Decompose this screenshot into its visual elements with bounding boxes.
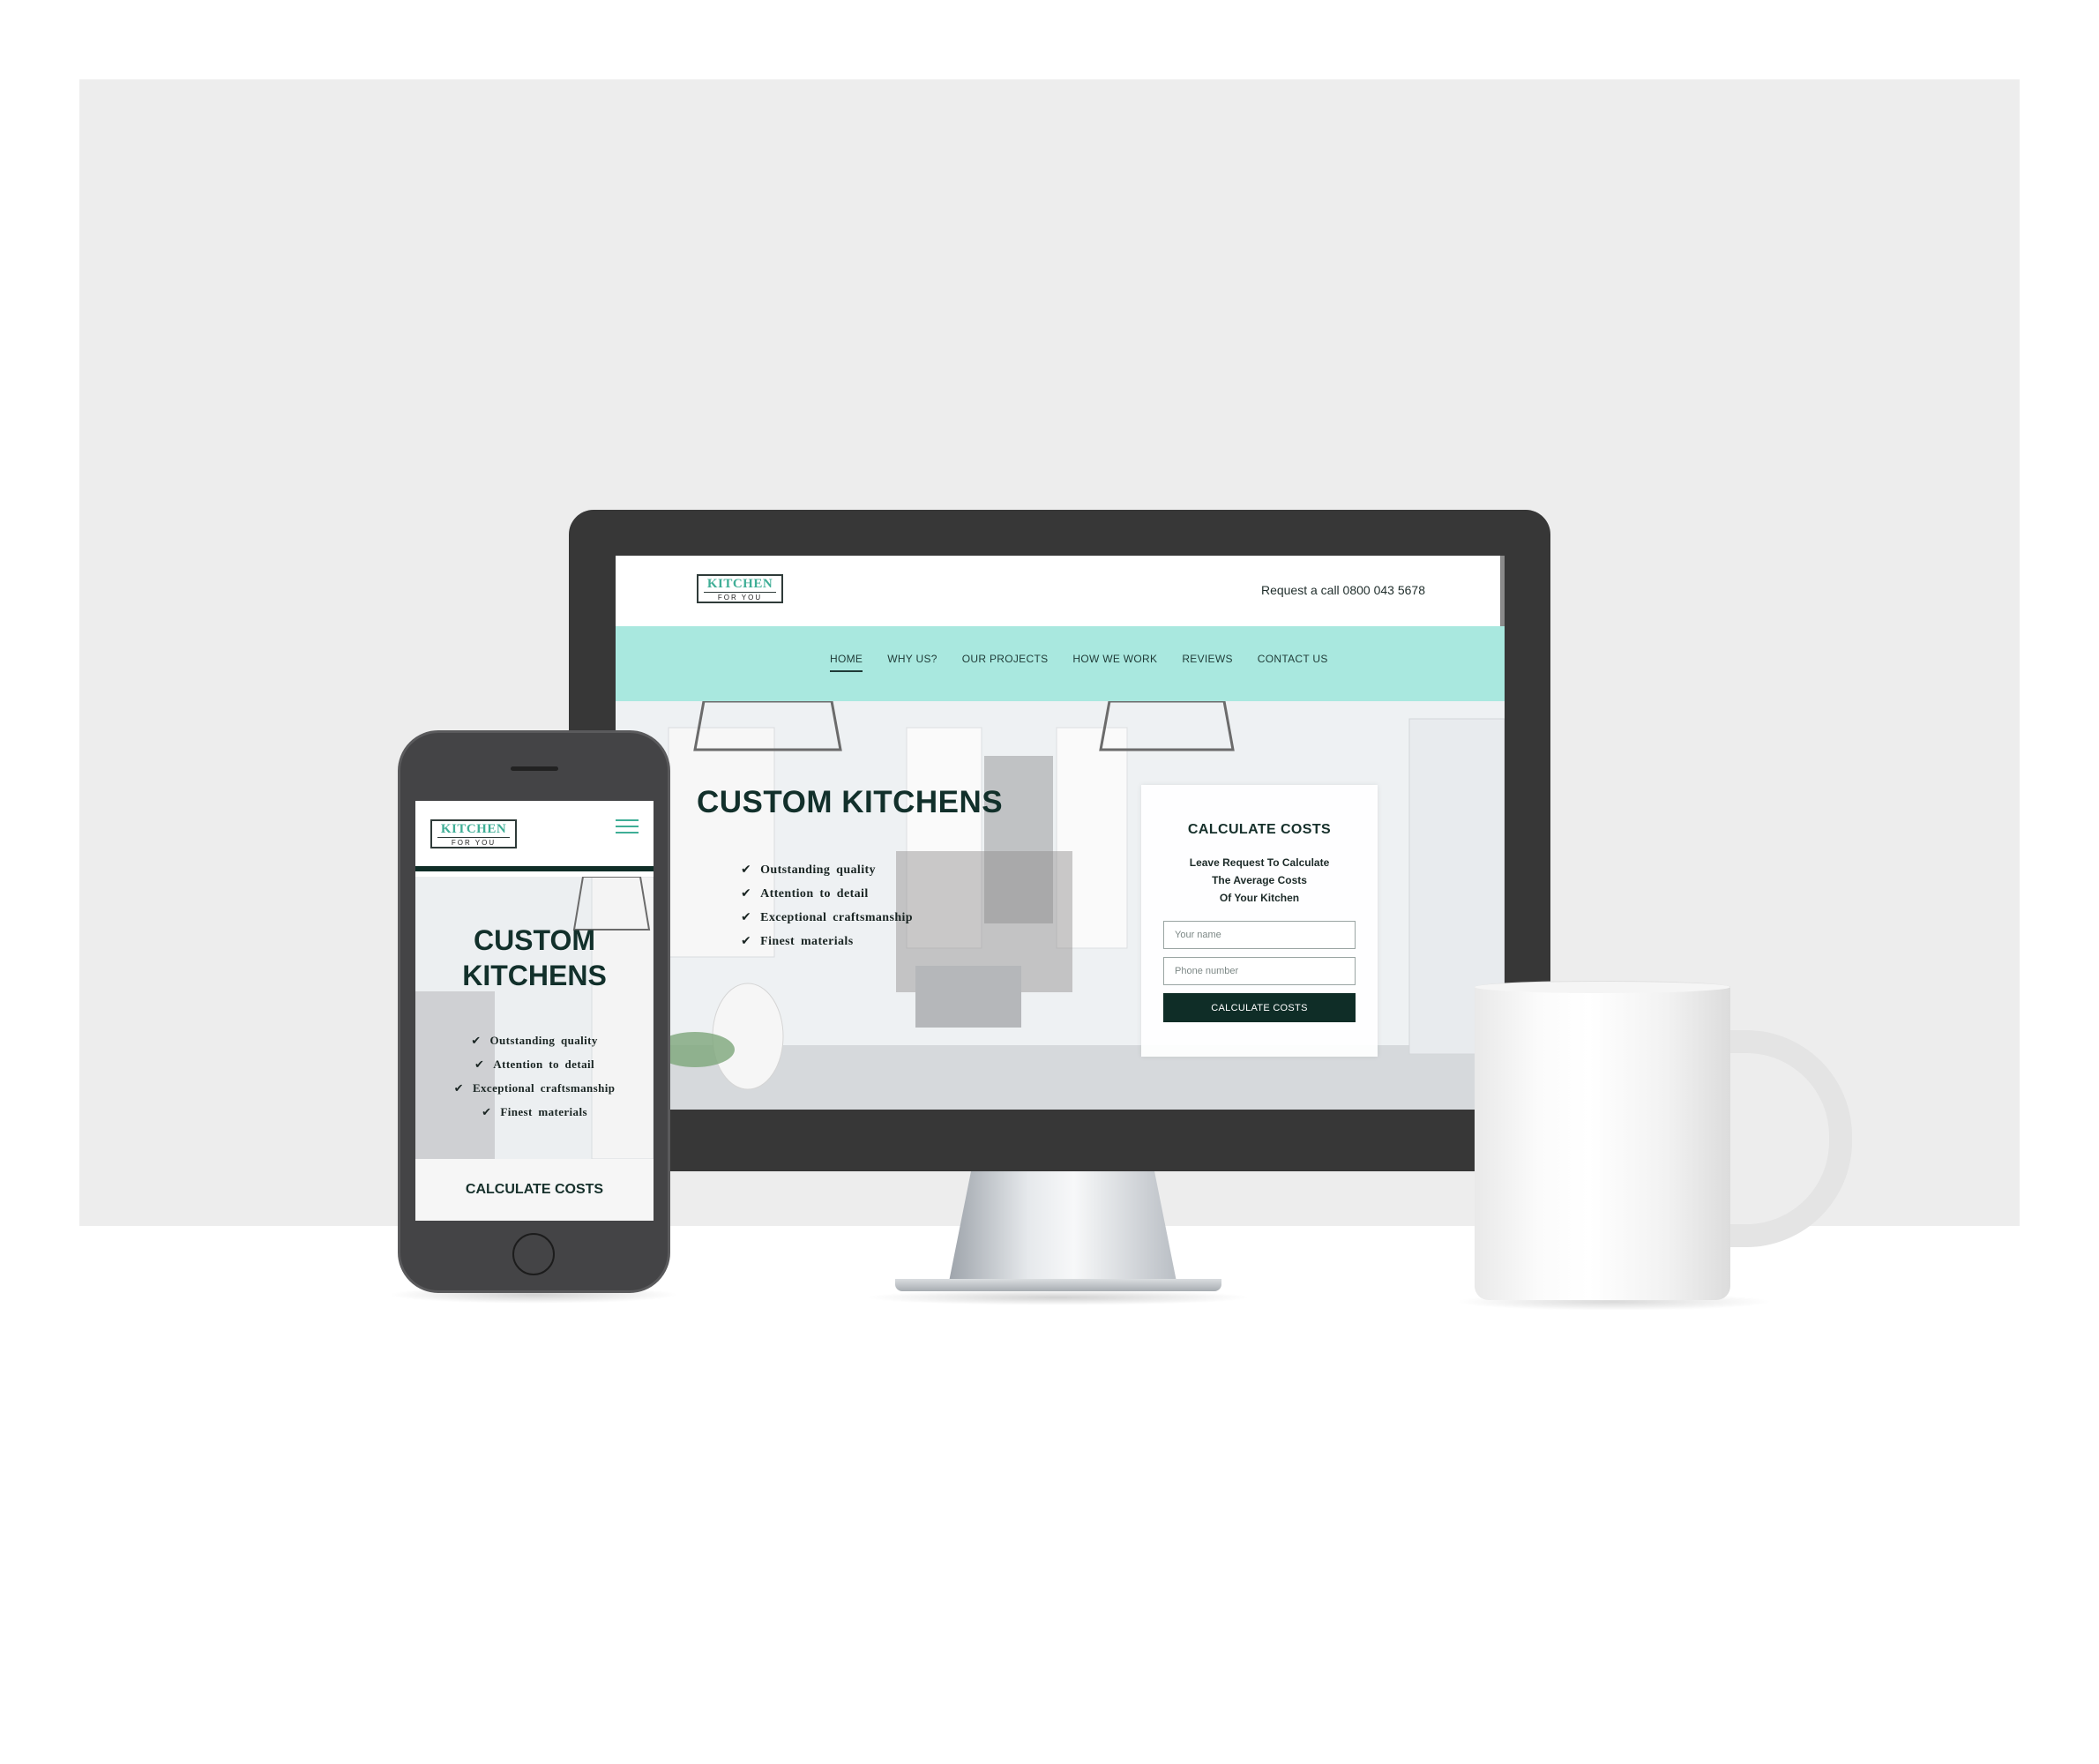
phone-home-button	[512, 1233, 555, 1275]
description-line: Leave Request To Calculate	[1189, 856, 1330, 869]
feature-item: ✔ Exceptional craftsmanship	[415, 1081, 654, 1105]
title-line: KITCHENS	[462, 960, 607, 991]
feature-item: ✔ Finest materials	[415, 1105, 654, 1129]
calculate-costs-button[interactable]: CALCULATE COSTS	[1163, 993, 1356, 1022]
check-icon: ✔	[741, 863, 752, 877]
phone-input[interactable]	[1163, 957, 1356, 985]
feature-item: ✔ Finest materials	[741, 934, 913, 958]
mockup-stage: KITCHEN FOR YOU Request a call 0800 043 …	[0, 0, 2099, 1764]
check-icon: ✔	[482, 1106, 492, 1119]
logo-text-for-you: FOR YOU	[437, 837, 510, 847]
mobile-phone: KITCHEN FOR YOU CUSTOM KITCHENS ✔ Outsta…	[398, 730, 670, 1293]
coffee-mug	[1475, 986, 1730, 1300]
phone-speaker	[511, 766, 558, 771]
nav-our-projects[interactable]: OUR PROJECTS	[962, 653, 1049, 672]
feature-item: ✔ Outstanding quality	[741, 863, 913, 886]
nav-home[interactable]: HOME	[830, 653, 863, 672]
hero-title: CUSTOM KITCHENS	[697, 785, 1004, 819]
feature-label: Outstanding quality	[760, 863, 876, 877]
feature-list: ✔ Outstanding quality ✔ Attention to detai…	[741, 863, 913, 958]
mobile-header: KITCHEN FOR YOU	[415, 801, 654, 871]
nav-contact-us[interactable]: CONTACT US	[1258, 653, 1328, 672]
check-icon: ✔	[741, 934, 752, 948]
hero-section: CUSTOM KITCHENS ✔ Outstanding quality ✔ At…	[616, 701, 1505, 1110]
feature-item: ✔ Exceptional craftsmanship	[741, 910, 913, 934]
main-nav: HOME WHY US? OUR PROJECTS HOW WE WORK RE…	[616, 626, 1505, 701]
description-line: The Average Costs	[1212, 874, 1307, 886]
calculator-description: Leave Request To Calculate The Average C…	[1141, 854, 1378, 907]
description-line: Of Your Kitchen	[1219, 892, 1300, 904]
monitor-stand	[948, 1171, 1177, 1286]
site-logo[interactable]: KITCHEN FOR YOU	[697, 574, 783, 603]
feature-label: Exceptional craftsmanship	[760, 911, 913, 924]
check-icon: ✔	[741, 910, 752, 924]
mobile-screen: KITCHEN FOR YOU CUSTOM KITCHENS ✔ Outsta…	[415, 801, 654, 1221]
check-icon: ✔	[471, 1035, 482, 1048]
logo-text-kitchen: KITCHEN	[440, 822, 507, 836]
feature-item: ✔ Outstanding quality	[415, 1034, 654, 1058]
monitor-shadow	[864, 1289, 1252, 1305]
mobile-hero-section: CUSTOM KITCHENS ✔ Outstanding quality ✔ At…	[415, 877, 654, 1159]
feature-label: Attention to detail	[760, 887, 869, 901]
title-line: CUSTOM	[473, 924, 596, 956]
calculator-title: CALCULATE COSTS	[1187, 822, 1332, 837]
hamburger-menu-icon[interactable]	[616, 819, 639, 835]
mobile-hero-title: CUSTOM KITCHENS	[415, 923, 654, 993]
check-icon: ✔	[453, 1082, 464, 1095]
mobile-calculate-costs-heading: CALCULATE COSTS	[465, 1182, 604, 1197]
feature-label: Finest materials	[760, 935, 854, 948]
request-call-link[interactable]: Request a call 0800 043 5678	[1261, 583, 1425, 597]
desktop-monitor: KITCHEN FOR YOU Request a call 0800 043 …	[569, 510, 1550, 1171]
mobile-site-logo[interactable]: KITCHEN FOR YOU	[430, 819, 517, 848]
nav-how-we-work[interactable]: HOW WE WORK	[1072, 653, 1157, 672]
mobile-calculate-costs-section[interactable]: CALCULATE COSTS	[415, 1159, 654, 1221]
mobile-feature-list: ✔ Outstanding quality ✔ Attention to detai…	[415, 1034, 654, 1129]
mug-rim	[1475, 981, 1730, 993]
name-input[interactable]	[1163, 921, 1356, 949]
nav-why-us[interactable]: WHY US?	[887, 653, 937, 672]
monitor-base	[895, 1279, 1221, 1291]
feature-label: Finest materials	[500, 1105, 587, 1118]
logo-text-for-you: FOR YOU	[704, 592, 776, 602]
logo-text-kitchen: KITCHEN	[706, 577, 773, 591]
feature-item: ✔ Attention to detail	[415, 1058, 654, 1081]
check-icon: ✔	[741, 886, 752, 901]
feature-label: Exceptional craftsmanship	[472, 1081, 616, 1095]
check-icon: ✔	[474, 1058, 485, 1072]
feature-label: Outstanding quality	[489, 1034, 598, 1047]
calculate-costs-form: CALCULATE COSTS Leave Request To Calcula…	[1141, 785, 1378, 1057]
feature-item: ✔ Attention to detail	[741, 886, 913, 910]
desktop-screen: KITCHEN FOR YOU Request a call 0800 043 …	[616, 556, 1505, 1110]
nav-reviews[interactable]: REVIEWS	[1182, 653, 1232, 672]
form-fields	[1141, 921, 1378, 985]
feature-label: Attention to detail	[493, 1058, 594, 1071]
desktop-header: KITCHEN FOR YOU Request a call 0800 043 …	[616, 556, 1505, 644]
